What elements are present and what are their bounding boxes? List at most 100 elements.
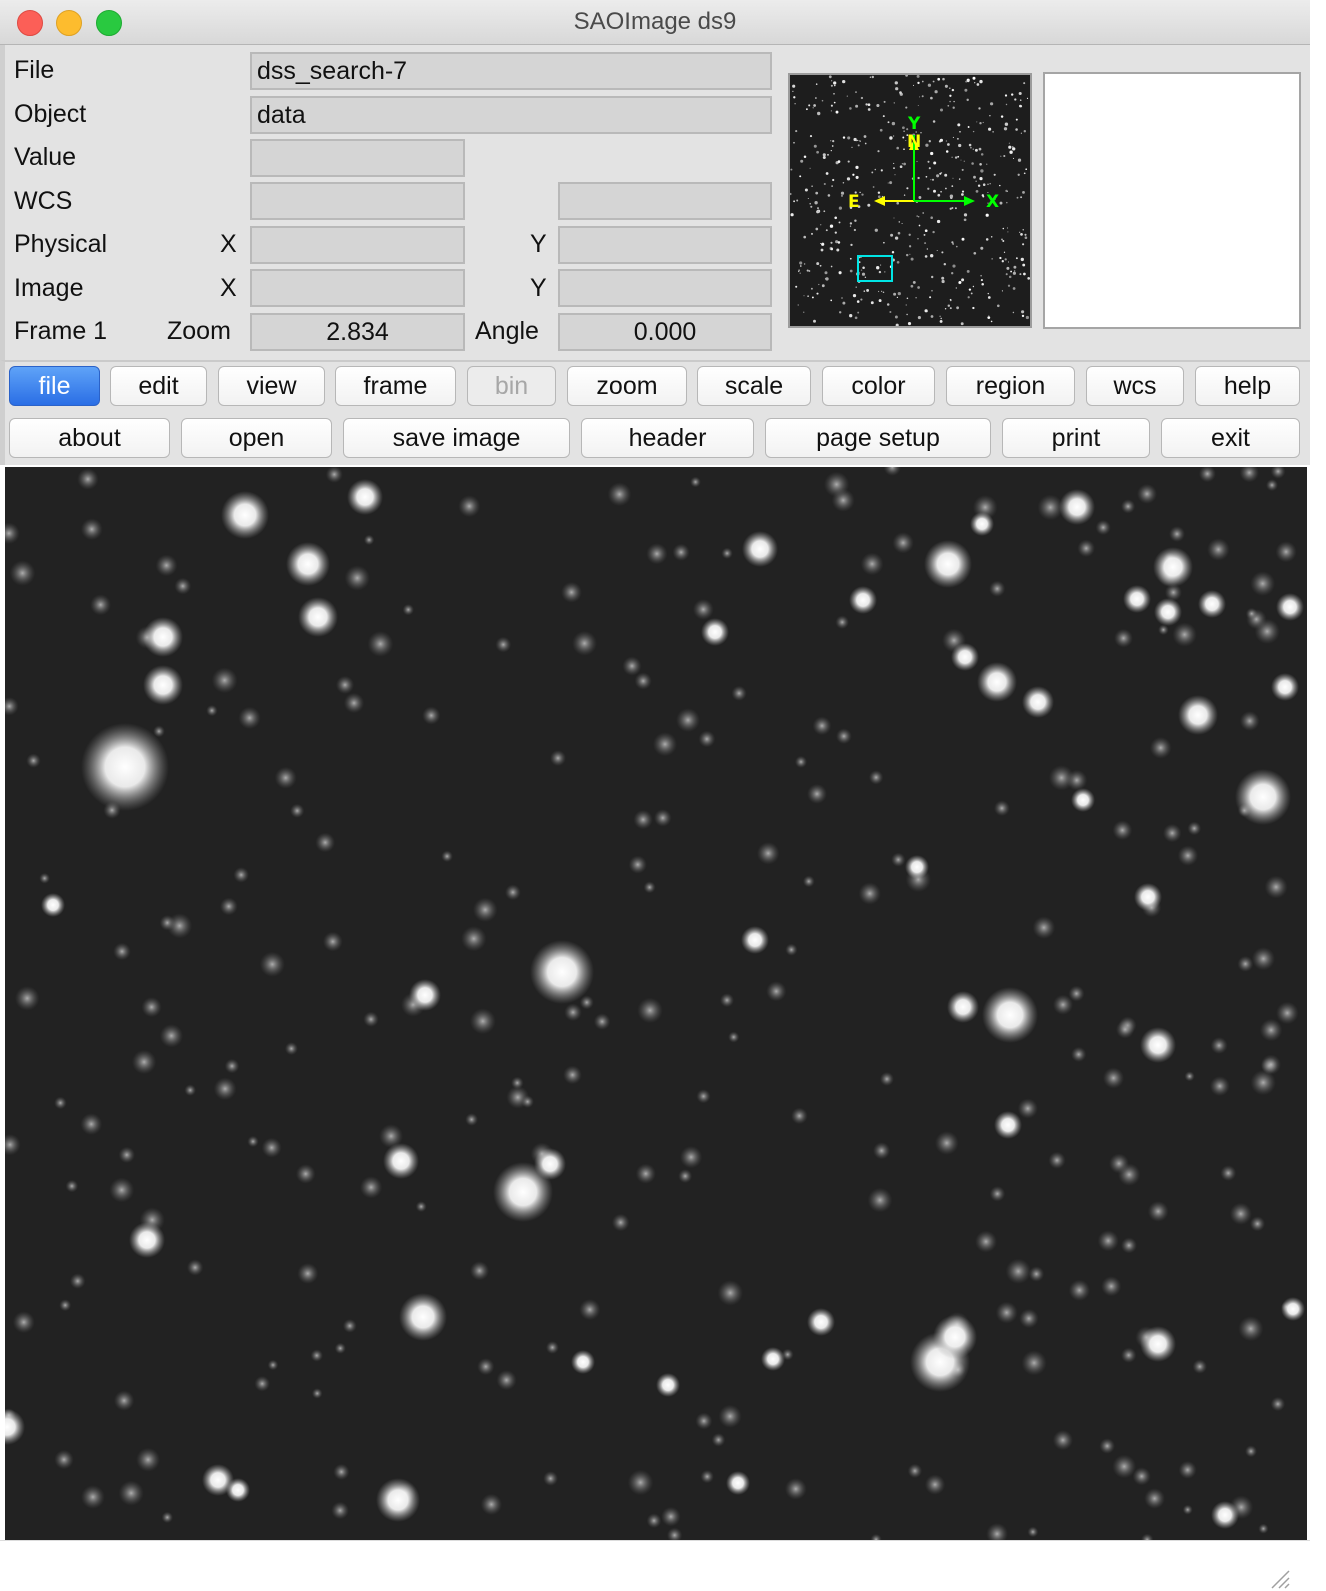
panner-star (811, 296, 814, 299)
menu-edit-button[interactable]: edit (110, 366, 207, 406)
panner-star (897, 231, 901, 235)
panner-star (957, 155, 960, 158)
faint-star (359, 1176, 383, 1199)
panner-star (1021, 310, 1025, 314)
print-button[interactable]: print (1002, 418, 1150, 458)
faint-star (643, 881, 656, 894)
panner-star (816, 150, 819, 154)
panner-star (877, 150, 880, 153)
image-display[interactable] (5, 467, 1307, 1540)
bright-star (742, 531, 778, 567)
exit-button[interactable]: exit (1161, 418, 1300, 458)
resize-grip-icon[interactable] (1268, 1567, 1290, 1589)
panner-star (846, 177, 851, 181)
faint-star (634, 672, 652, 690)
panner-star (979, 177, 983, 181)
image-x-field (250, 269, 465, 307)
panner-star (882, 291, 885, 294)
panner-star (823, 182, 826, 186)
value-field (250, 139, 465, 177)
bright-star (1153, 547, 1193, 587)
panner-star (833, 92, 835, 95)
panner-star (961, 193, 964, 196)
panner-star (972, 148, 974, 150)
panner-star (858, 139, 860, 142)
panner-star (979, 122, 982, 125)
panner-star (930, 179, 932, 181)
panner-star (958, 143, 962, 148)
panner-star (795, 285, 798, 288)
faint-star (989, 580, 1006, 597)
save-image-button[interactable]: save image (343, 418, 570, 458)
physical-x-field (250, 226, 465, 264)
panner-star (823, 210, 826, 213)
panner-star (816, 292, 819, 295)
menu-frame-button[interactable]: frame (335, 366, 456, 406)
faint-star (1264, 875, 1288, 899)
about-button[interactable]: about (9, 418, 170, 458)
menu-zoom-button[interactable]: zoom (567, 366, 687, 406)
panner-star (852, 293, 857, 298)
menu-region-button[interactable]: region (946, 366, 1075, 406)
menu-color-button[interactable]: color (822, 366, 935, 406)
menu-bin-button[interactable]: bin (467, 366, 556, 406)
panner-star (839, 311, 842, 314)
faint-star (807, 783, 827, 804)
panner-star (949, 307, 952, 310)
menu-view-button[interactable]: view (218, 366, 325, 406)
faint-star (1115, 1020, 1135, 1039)
panner-star (793, 96, 796, 99)
faint-star (1275, 541, 1297, 563)
bright-star (977, 662, 1017, 702)
panner-star (817, 210, 820, 213)
panner-star (968, 288, 972, 291)
panner-image[interactable]: Y N E X (790, 75, 1030, 326)
panner-star (952, 177, 954, 179)
panner-star (966, 269, 970, 273)
menu-wcs-button[interactable]: wcs (1086, 366, 1184, 406)
file-field: dss_search-7 (250, 52, 772, 90)
panner-star (793, 141, 795, 144)
panner-star (1017, 173, 1020, 176)
faint-star (873, 1142, 891, 1160)
panner-star (916, 160, 918, 163)
faint-star (1245, 607, 1258, 620)
panner-star (874, 168, 877, 171)
panner-star (815, 227, 819, 231)
menu-scale-button[interactable]: scale (697, 366, 811, 406)
menu-file-button[interactable]: file (9, 366, 100, 406)
faint-star (721, 547, 733, 559)
star-field-image[interactable] (5, 467, 1307, 1540)
axis-y-label: Y (907, 114, 921, 134)
faint-star (794, 755, 808, 768)
panner-star (936, 219, 941, 224)
panner-star (796, 199, 799, 202)
panner-star (871, 171, 874, 174)
panner-star (803, 263, 806, 265)
faint-star (676, 708, 700, 733)
panner-star (810, 205, 813, 208)
panner-star (903, 130, 905, 132)
bright-star (143, 665, 183, 705)
page-setup-button[interactable]: page setup (765, 418, 991, 458)
panner-star (806, 108, 808, 111)
physical-y-field (558, 226, 772, 264)
menu-help-button[interactable]: help (1195, 366, 1300, 406)
header-button[interactable]: header (581, 418, 754, 458)
panner-star (906, 313, 908, 316)
bright-star (701, 618, 729, 646)
panner[interactable]: Y N E X (788, 73, 1032, 328)
panner-star (894, 236, 899, 240)
faint-star (81, 1485, 105, 1509)
panner-star (882, 115, 885, 118)
panner-star (940, 190, 942, 193)
panner-star (1007, 284, 1011, 287)
panner-star (891, 121, 896, 126)
panner-star (937, 193, 941, 197)
open-button[interactable]: open (181, 418, 332, 458)
panner-star (790, 213, 794, 217)
panner-star (819, 264, 822, 267)
panner-star (944, 84, 948, 88)
panner-star (821, 99, 824, 102)
panner-star (1024, 236, 1028, 239)
